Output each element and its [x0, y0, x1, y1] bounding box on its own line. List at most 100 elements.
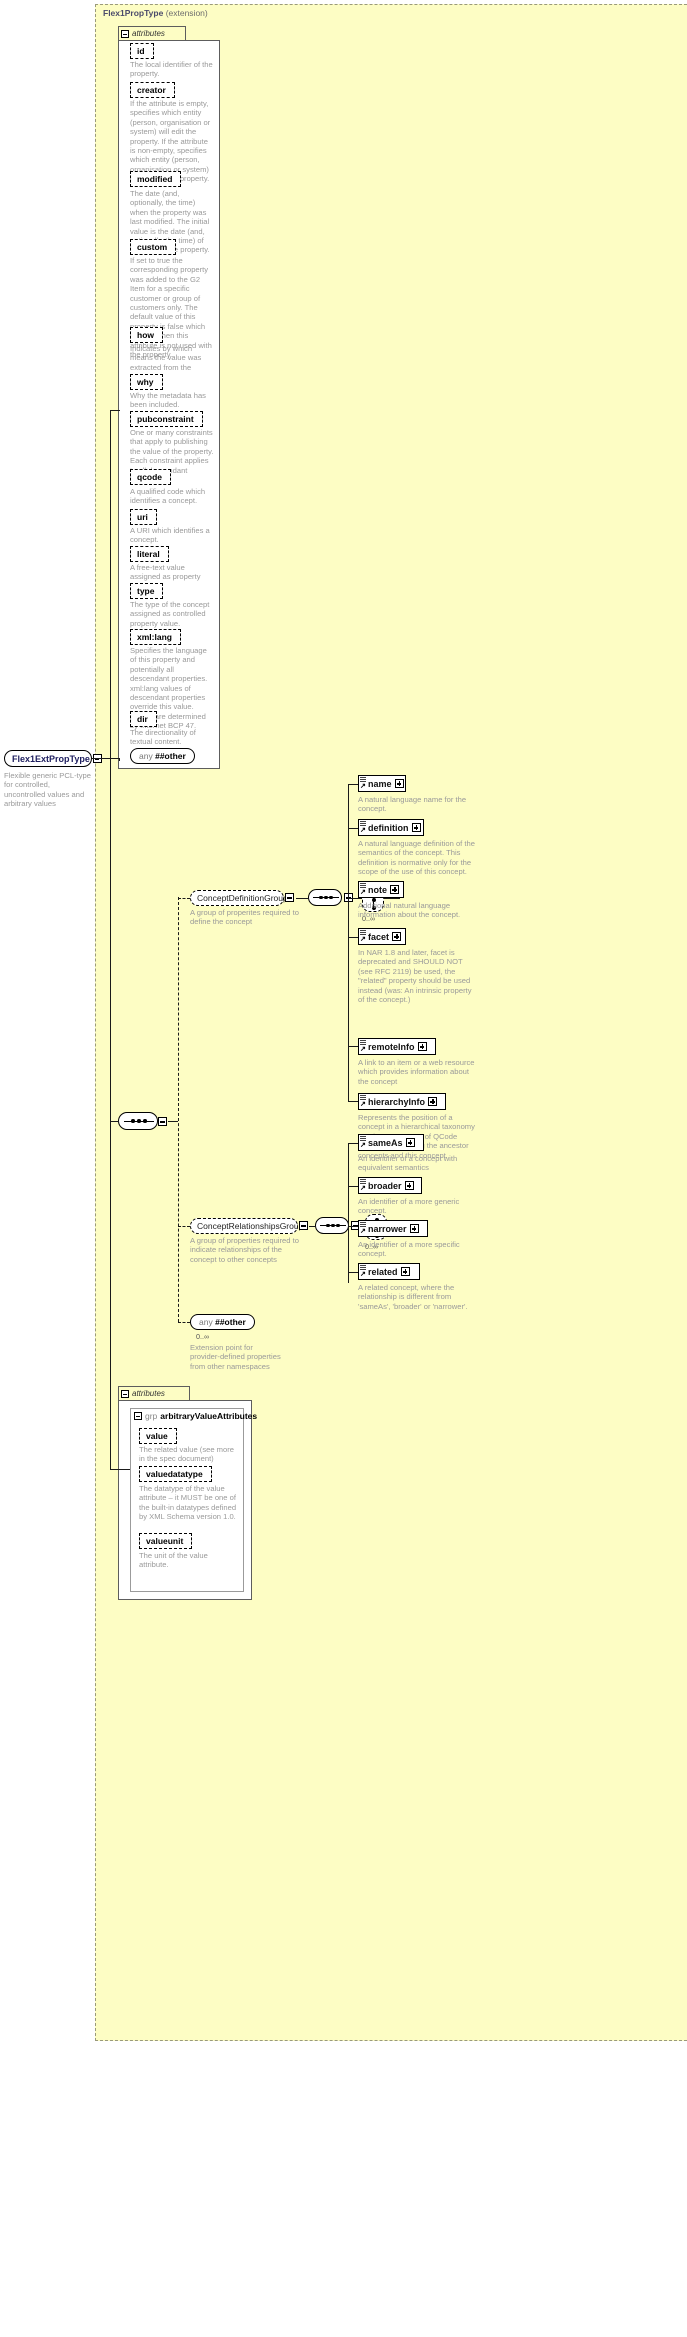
conceptrelationshipsgroup-toggle[interactable] — [299, 1221, 308, 1232]
conceptrelationshipsgroup-sequence[interactable] — [315, 1217, 351, 1236]
group-ref-conceptdefinitiongroup-description: A group of properites required to define… — [190, 908, 299, 927]
group-name: arbitraryValueAttributes — [160, 1411, 258, 1421]
connector-spine-attributes — [110, 410, 111, 760]
attribute-qcode[interactable]: qcode — [130, 469, 174, 487]
expand-plus-icon[interactable] — [392, 932, 402, 941]
element-label: broader — [368, 1180, 402, 1191]
attribute-xmllang[interactable]: xml:lang — [130, 629, 183, 647]
bottom-attributes-tab[interactable]: attributes — [118, 1386, 190, 1400]
connector-seg — [348, 1186, 358, 1187]
attribute-chip-label: custom — [130, 239, 179, 257]
expand-plus-icon[interactable] — [417, 1042, 427, 1051]
expand-plus-icon[interactable] — [428, 1097, 438, 1106]
expand-plus-icon[interactable] — [409, 1224, 419, 1233]
attribute-chip-label: id — [130, 43, 156, 61]
attribute-id[interactable]: id — [130, 43, 156, 61]
attribute-value[interactable]: value — [139, 1428, 179, 1446]
element-facet[interactable]: ↗ facet — [358, 928, 409, 948]
group-ref-conceptrelationshipsgroup[interactable]: ConceptRelationshipsGroup — [190, 1218, 303, 1236]
element-remoteinfo-description: A link to an item or a web resource whic… — [358, 1058, 475, 1086]
element-note-description: Additional natural language information … — [358, 901, 461, 920]
attribute-why[interactable]: why — [130, 374, 165, 392]
connector-spine-bottom — [110, 1121, 111, 1470]
expand-plus-icon[interactable] — [390, 885, 399, 894]
content-any-occurrence: 0..∞ — [196, 1332, 210, 1341]
element-note[interactable]: ↗ note — [358, 881, 407, 901]
type-reference-flex1extproptype[interactable]: Flex1ExtPropType — [4, 750, 102, 769]
expand-plus-icon[interactable] — [411, 823, 421, 832]
expand-plus-icon[interactable] — [404, 1181, 414, 1190]
conceptdefinitiongroup-toggle[interactable] — [285, 893, 294, 904]
connector-seg — [348, 828, 358, 829]
connector-elements-spine-cdg — [348, 784, 349, 1046]
element-remoteinfo[interactable]: ↗ remoteInfo — [358, 1038, 439, 1058]
expand-plus-icon[interactable] — [400, 1267, 410, 1276]
connector-seg — [296, 898, 308, 899]
attribute-pubconstraint[interactable]: pubconstraint — [130, 411, 205, 429]
attribute-how[interactable]: how — [130, 327, 165, 345]
connector-seg — [178, 1322, 190, 1323]
element-name[interactable]: ↗ name — [358, 775, 409, 795]
root-sequence-toggle[interactable] — [158, 1117, 167, 1128]
root-sequence-compositor[interactable] — [118, 1112, 160, 1132]
attribute-chip-label: uri — [130, 509, 159, 527]
attribute-chip-label: valueunit — [139, 1533, 195, 1551]
attribute-valueunit[interactable]: valueunit — [139, 1533, 195, 1551]
attribute-chip-label: dir — [130, 711, 159, 729]
connector-seg — [110, 1121, 119, 1122]
element-broader[interactable]: ↗ broader — [358, 1177, 425, 1197]
attribute-why-description: Why the metadata has been included. — [130, 391, 206, 410]
connector-seg — [348, 1046, 358, 1047]
conceptdefinitiongroup-sequence[interactable] — [308, 889, 344, 908]
element-related[interactable]: ↗ related — [358, 1263, 423, 1283]
element-label: note — [368, 884, 387, 895]
attribute-chip-label: modified — [130, 171, 184, 189]
group-ref-conceptdefinitiongroup[interactable]: ConceptDefinitionGroup — [190, 890, 288, 908]
attribute-chip-label: creator — [130, 82, 177, 100]
element-sameas-description: An identifier of a concept with equivale… — [358, 1154, 458, 1173]
expand-plus-icon[interactable] — [405, 1138, 415, 1147]
element-sameas[interactable]: ↗ sameAs — [358, 1134, 427, 1154]
connector-seg — [384, 898, 400, 899]
attribute-group-header[interactable]: grp arbitraryValueAttributes — [134, 1411, 257, 1421]
attributes-tab-label: attributes — [132, 29, 165, 38]
attribute-literal[interactable]: literal — [130, 546, 171, 564]
attributes-tab[interactable]: attributes — [118, 26, 186, 40]
element-narrower[interactable]: ↗ narrower — [358, 1220, 431, 1240]
expand-plus-icon[interactable] — [394, 779, 404, 788]
content-any-other[interactable]: any ##other — [190, 1314, 257, 1332]
connector-seg — [119, 758, 120, 761]
attribute-type-description: The type of the concept assigned as cont… — [130, 600, 210, 628]
attribute-id-description: The local identifier of the property. — [130, 60, 213, 79]
collapse-minus-icon[interactable] — [121, 29, 129, 38]
diagram-title-text: Flex1PropType — [103, 8, 164, 18]
element-label: definition — [368, 822, 409, 833]
any-namespace: ##other — [155, 751, 186, 761]
collapse-minus-icon[interactable] — [134, 1412, 142, 1420]
attribute-modified[interactable]: modified — [130, 171, 184, 189]
diagram-title: Flex1PropType (extension) — [103, 8, 208, 18]
connector-seg — [110, 1469, 130, 1470]
attribute-valuedatatype[interactable]: valuedatatype — [139, 1466, 214, 1484]
element-narrower-description: An identifier of a more specific concept… — [358, 1240, 460, 1259]
connector-seg — [110, 410, 120, 411]
attribute-type[interactable]: type — [130, 583, 167, 601]
attribute-chip-label: type — [130, 583, 167, 601]
element-definition[interactable]: ↗ definition — [358, 819, 427, 839]
connector-seg — [178, 898, 190, 899]
attribute-chip-label: qcode — [130, 469, 174, 487]
group-keyword: grp — [145, 1411, 158, 1421]
attribute-dir[interactable]: dir — [130, 711, 159, 729]
group-ref-conceptrelationshipsgroup-description: A group of properties required to indica… — [190, 1236, 299, 1264]
attribute-creator[interactable]: creator — [130, 82, 177, 100]
connector-branch-spine — [178, 897, 179, 1322]
connector-seg — [348, 898, 362, 899]
attribute-uri[interactable]: uri — [130, 509, 159, 527]
attribute-custom[interactable]: custom — [130, 239, 179, 257]
element-hierarchyinfo[interactable]: ↗ hierarchyInfo — [358, 1093, 449, 1113]
element-label: hierarchyInfo — [368, 1096, 426, 1107]
collapse-minus-icon[interactable] — [121, 1389, 129, 1398]
attributes-any-other[interactable]: any ##other — [130, 748, 197, 766]
attribute-chip-label: literal — [130, 546, 171, 564]
attribute-qcode-description: A qualified code which identifies a conc… — [130, 487, 206, 506]
